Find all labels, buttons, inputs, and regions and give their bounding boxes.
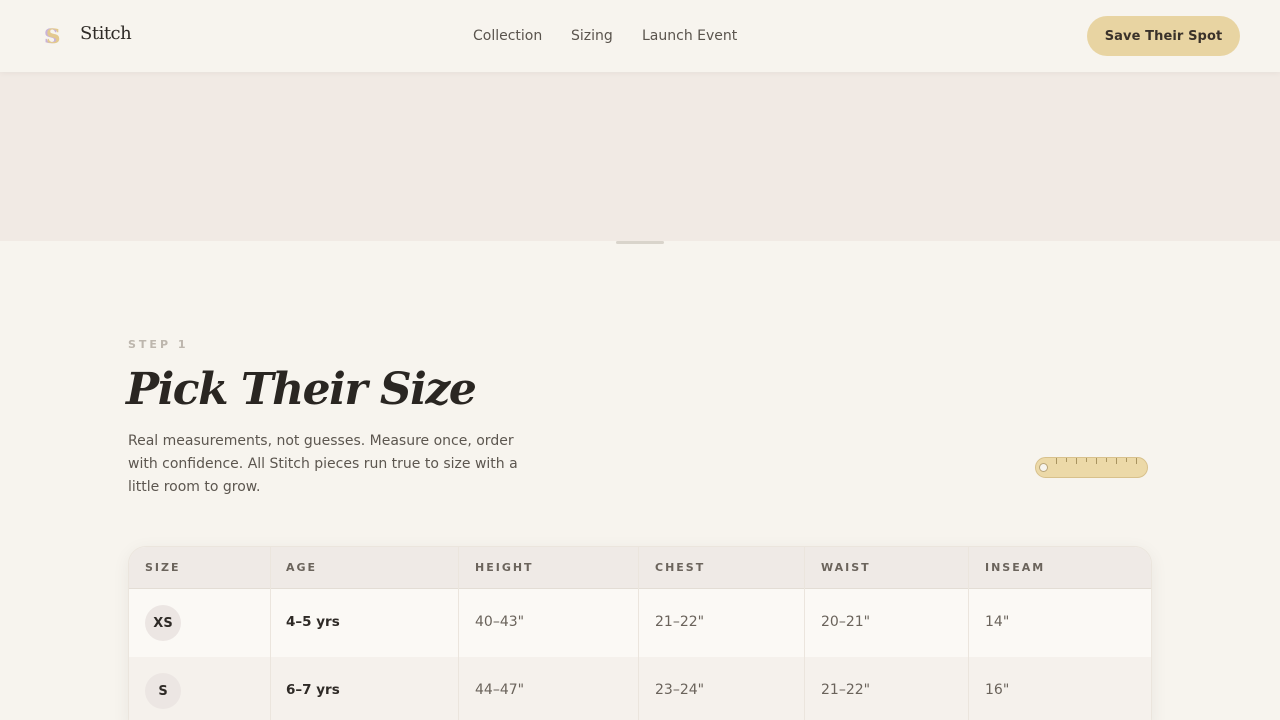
tape-tick: [1106, 458, 1107, 462]
tape-tick: [1066, 458, 1067, 462]
column-divider: [968, 547, 969, 720]
inseam-cell: 16": [985, 682, 1010, 698]
column-header-inseam: INSEAM: [985, 561, 1046, 574]
column-divider: [458, 547, 459, 720]
size-badge: S: [145, 673, 181, 709]
height-cell: 44–47": [475, 682, 525, 698]
tape-tick: [1096, 458, 1097, 464]
column-header-waist: WAIST: [821, 561, 871, 574]
section-title: Pick Their Size: [126, 364, 477, 415]
table-row: S 6–7 yrs 44–47" 23–24" 21–22" 16": [129, 657, 1151, 720]
step-eyebrow: STEP 1: [128, 338, 189, 351]
tape-hole: [1039, 463, 1048, 472]
tape-tick: [1136, 458, 1137, 464]
nav-link-launch-event[interactable]: Launch Event: [642, 27, 737, 45]
waist-cell: 21–22": [821, 682, 871, 698]
tape-tick: [1076, 458, 1077, 464]
section-description: Real measurements, not guesses. Measure …: [128, 433, 518, 495]
waist-cell: 20–21": [821, 614, 871, 630]
nav-link-sizing[interactable]: Sizing: [571, 27, 613, 45]
column-header-size: SIZE: [145, 561, 181, 574]
size-chart-table: SIZE AGE HEIGHT CHEST WAIST INSEAM XS 4–…: [128, 546, 1152, 720]
nav-link-collection[interactable]: Collection: [473, 27, 542, 45]
table-header: SIZE AGE HEIGHT CHEST WAIST INSEAM: [129, 547, 1151, 589]
site-header: S Stitch Collection Sizing Launch Event …: [0, 0, 1280, 72]
age-cell: 4–5 yrs: [286, 614, 340, 630]
column-divider: [804, 547, 805, 720]
hero-banner: [0, 72, 1280, 241]
tape-tick: [1056, 458, 1057, 464]
scroll-indicator: [616, 241, 664, 244]
inseam-cell: 14": [985, 614, 1010, 630]
chest-cell: 21–22": [655, 614, 705, 630]
tape-tick: [1086, 458, 1087, 462]
save-their-spot-button[interactable]: Save Their Spot: [1087, 16, 1240, 56]
chest-cell: 23–24": [655, 682, 705, 698]
column-header-chest: CHEST: [655, 561, 706, 574]
age-cell: 6–7 yrs: [286, 682, 340, 698]
measuring-tape-icon: [1035, 457, 1148, 478]
size-badge: XS: [145, 605, 181, 641]
tape-tick: [1116, 458, 1117, 464]
column-divider: [270, 547, 271, 720]
column-divider: [638, 547, 639, 720]
table-row: XS 4–5 yrs 40–43" 21–22" 20–21" 14": [129, 589, 1151, 657]
column-header-age: AGE: [286, 561, 318, 574]
tape-tick: [1126, 458, 1127, 462]
column-header-height: HEIGHT: [475, 561, 534, 574]
height-cell: 40–43": [475, 614, 525, 630]
